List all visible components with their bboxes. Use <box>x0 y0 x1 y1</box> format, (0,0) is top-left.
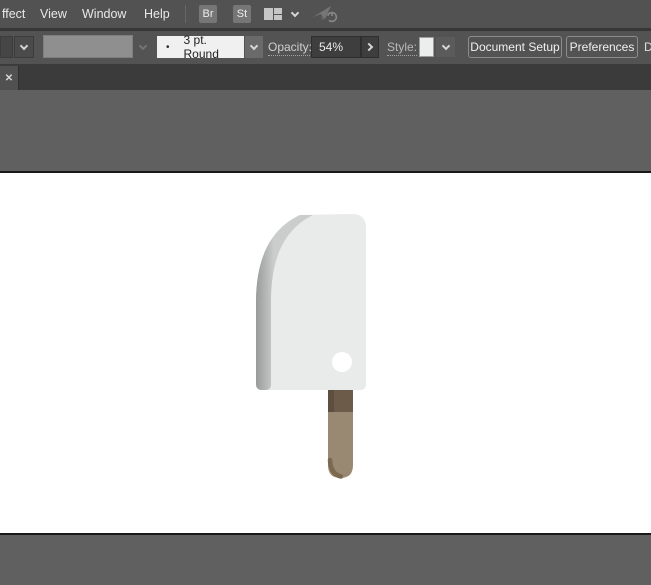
document-tab-close-icon[interactable]: ✕ <box>0 66 19 90</box>
menu-divider <box>185 5 186 23</box>
brush-chevron-down-icon[interactable] <box>245 36 263 58</box>
workspace-chevron-down-icon[interactable] <box>288 0 302 28</box>
options-bar: • 3 pt. Round Opacity: 54% Style: Docume… <box>0 31 651 64</box>
cleaver-handle <box>327 386 353 479</box>
brush-definition-select[interactable]: • 3 pt. Round <box>157 33 244 61</box>
brush-stroke-preview[interactable] <box>43 35 133 58</box>
fill-chevron-down-icon[interactable] <box>14 36 34 58</box>
workspace-switcher-icon[interactable] <box>264 8 283 21</box>
stock-icon[interactable]: St <box>233 5 251 23</box>
style-chevron-down-icon[interactable] <box>436 37 455 57</box>
clipped-right-element: D <box>644 40 651 54</box>
style-swatch[interactable] <box>419 37 434 57</box>
disabled-chevron-down-icon <box>136 36 150 58</box>
blade-hole <box>332 352 352 372</box>
share-disabled-icon[interactable] <box>312 4 338 24</box>
style-link[interactable]: Style: <box>387 40 418 56</box>
preferences-button[interactable]: Preferences <box>566 36 638 58</box>
brush-dot-icon: • <box>166 41 170 53</box>
cleaver-artwork[interactable] <box>250 210 370 482</box>
document-tab-bar: ✕ <box>0 64 651 90</box>
menu-bar: ffect View Window Help Br St <box>0 0 651 28</box>
brush-definition-value: 3 pt. Round <box>183 33 219 61</box>
opacity-link[interactable]: Opacity: <box>268 40 313 56</box>
menu-effect-clipped[interactable]: ffect <box>2 0 25 28</box>
menu-view[interactable]: View <box>40 0 67 28</box>
opacity-input[interactable]: 54% <box>311 36 361 58</box>
menu-help[interactable]: Help <box>144 0 170 28</box>
document-setup-button[interactable]: Document Setup <box>468 36 562 58</box>
cleaver-blade <box>256 214 366 390</box>
illustrator-window: ffect View Window Help Br St • 3 pt. Rou… <box>0 0 651 585</box>
menu-window[interactable]: Window <box>82 0 126 28</box>
bridge-icon[interactable]: Br <box>199 5 217 23</box>
opacity-chevron-right-icon[interactable] <box>361 36 379 58</box>
fill-control-clipped[interactable] <box>0 36 13 58</box>
